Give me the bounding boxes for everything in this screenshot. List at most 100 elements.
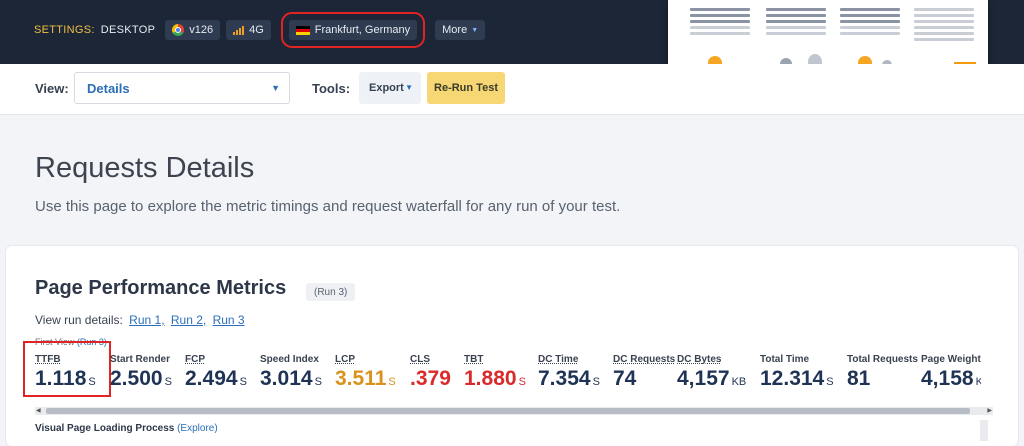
metric-number: 3.014 bbox=[260, 367, 313, 390]
metric-dc-bytes: DC Bytes 4,157 KB bbox=[677, 353, 760, 399]
more-button[interactable]: More ▼ bbox=[435, 20, 486, 40]
metric-value: 81 bbox=[847, 367, 921, 394]
horizontal-scrollbar[interactable]: ◀ ▶ bbox=[35, 407, 993, 415]
view-label: View: bbox=[35, 81, 69, 96]
metric-cls: CLS .379 bbox=[410, 353, 464, 399]
browser-chip[interactable]: v126 bbox=[165, 20, 221, 40]
metric-unit: S bbox=[314, 376, 322, 388]
chevron-down-icon: ▼ bbox=[271, 83, 280, 93]
metrics-title: Page Performance Metrics bbox=[35, 277, 287, 299]
metric-label[interactable]: TBT bbox=[464, 353, 538, 367]
view-select-value: Details bbox=[87, 80, 130, 96]
metric-dc-time: DC Time 7.354 S bbox=[538, 353, 613, 399]
germany-flag-icon bbox=[295, 25, 310, 35]
metric-value: 4,157 KB bbox=[677, 367, 760, 394]
metric-value: 2.500 S bbox=[110, 367, 185, 394]
metric-page-weight: Page Weight 4,158 K bbox=[921, 353, 981, 399]
toolbar: View: Details ▼ Tools: Export ▼ Re-Run T… bbox=[0, 64, 1024, 115]
export-label: Export bbox=[369, 82, 404, 94]
page-title: Requests Details bbox=[35, 152, 255, 184]
metric-number: 4,157 bbox=[677, 367, 730, 390]
metric-label: Total Requests bbox=[847, 354, 918, 365]
run-1-link[interactable]: Run 1, bbox=[129, 313, 164, 327]
metric-value: 7.354 S bbox=[538, 367, 613, 394]
metric-label: Total Time bbox=[760, 354, 810, 365]
metrics-row: TTFB 1.118 S Start Render 2.500 S FCP 2.49… bbox=[23, 341, 981, 399]
metric-value: 74 bbox=[613, 367, 677, 394]
metric-number: 2.500 bbox=[110, 367, 163, 390]
export-button[interactable]: Export ▼ bbox=[359, 72, 421, 104]
metric-number: 3.511 bbox=[335, 367, 387, 390]
run-details: View run details: Run 1, Run 2, Run 3 bbox=[35, 313, 245, 327]
view-select[interactable]: Details ▼ bbox=[74, 72, 290, 104]
metric-number: 74 bbox=[613, 367, 637, 390]
metric-lcp: LCP 3.511 S bbox=[335, 353, 410, 399]
scroll-left-arrow-icon[interactable]: ◀ bbox=[36, 407, 41, 415]
metric-value: .379 bbox=[410, 367, 464, 394]
metric-label: Speed Index bbox=[260, 354, 319, 365]
scrollbar-thumb[interactable] bbox=[46, 408, 970, 414]
metric-label: Start Render bbox=[110, 354, 171, 365]
metric-tbt: TBT 1.880 S bbox=[464, 353, 538, 399]
metrics-card: Page Performance Metrics (Run 3) View ru… bbox=[6, 246, 1018, 446]
signal-icon bbox=[233, 25, 245, 35]
visual-loading-label: Visual Page Loading Process bbox=[35, 423, 175, 434]
metric-value: 3.511 S bbox=[335, 367, 410, 394]
metric-number: 2.494 bbox=[185, 367, 238, 390]
metric-number: 7.354 bbox=[538, 367, 591, 390]
metric-speed-index: Speed Index 3.014 S bbox=[260, 353, 335, 399]
scroll-right-arrow-icon[interactable]: ▶ bbox=[987, 407, 992, 415]
location-chip[interactable]: Frankfurt, Germany bbox=[280, 12, 426, 48]
metric-label: Page Weight bbox=[921, 354, 981, 365]
ttfb-highlight-box bbox=[23, 341, 111, 397]
metric-start-render: Start Render 2.500 S bbox=[110, 353, 185, 399]
metric-ttfb: TTFB 1.118 S bbox=[23, 341, 111, 399]
metric-dc-requests: DC Requests 74 bbox=[613, 353, 677, 399]
metric-unit: K bbox=[975, 376, 981, 388]
metric-total-time: Total Time 12.314 S bbox=[760, 353, 847, 399]
run-2-link[interactable]: Run 2, bbox=[171, 313, 206, 327]
run-3-link[interactable]: Run 3 bbox=[213, 313, 245, 327]
metric-value: 12.314 S bbox=[760, 367, 847, 394]
settings-row: SETTINGS: DESKTOP v126 4G Frankfurt, Ger… bbox=[34, 12, 486, 48]
more-label: More bbox=[442, 24, 468, 36]
metric-value: 4,158 K bbox=[921, 367, 981, 394]
metric-unit: S bbox=[592, 376, 600, 388]
metric-value: 1.880 S bbox=[464, 367, 538, 394]
metric-unit: S bbox=[239, 376, 247, 388]
metric-value: 2.494 S bbox=[185, 367, 260, 394]
connection-type: 4G bbox=[249, 24, 264, 36]
metric-number: 1.880 bbox=[464, 367, 517, 390]
chevron-down-icon: ▼ bbox=[471, 26, 479, 34]
metric-label[interactable]: FCP bbox=[185, 353, 260, 367]
chrome-icon bbox=[172, 24, 185, 36]
chevron-down-icon: ▼ bbox=[405, 83, 413, 92]
run-details-label: View run details: bbox=[35, 313, 123, 327]
metric-label[interactable]: LCP bbox=[335, 353, 410, 367]
metric-number: 81 bbox=[847, 367, 871, 390]
metric-value: 3.014 S bbox=[260, 367, 335, 394]
metric-number: 12.314 bbox=[760, 367, 825, 390]
metric-number: 4,158 bbox=[921, 367, 974, 390]
metric-label[interactable]: CLS bbox=[410, 353, 464, 367]
metric-label[interactable]: DC Time bbox=[538, 353, 613, 367]
explore-link[interactable]: (Explore) bbox=[177, 423, 218, 434]
tools-label: Tools: bbox=[312, 81, 351, 96]
metric-label[interactable]: DC Bytes bbox=[677, 353, 760, 367]
metric-unit: S bbox=[388, 376, 396, 388]
visual-loading-title: Visual Page Loading Process (Explore) bbox=[35, 423, 218, 434]
metric-total-requests: Total Requests 81 bbox=[847, 353, 921, 399]
page-subtitle: Use this page to explore the metric timi… bbox=[35, 198, 621, 215]
metric-unit: S bbox=[518, 376, 526, 388]
metric-unit: S bbox=[826, 376, 834, 388]
vertical-scrollbar[interactable] bbox=[980, 420, 988, 441]
settings-label: SETTINGS: bbox=[34, 24, 95, 36]
run-badge: (Run 3) bbox=[306, 283, 356, 301]
rerun-test-button[interactable]: Re-Run Test bbox=[427, 72, 505, 104]
metric-unit: KB bbox=[731, 376, 747, 388]
metric-label[interactable]: DC Requests bbox=[613, 353, 677, 367]
connection-chip[interactable]: 4G bbox=[226, 20, 271, 40]
settings-device: DESKTOP bbox=[100, 24, 156, 36]
browser-version: v126 bbox=[189, 24, 214, 36]
metric-number: .379 bbox=[410, 367, 451, 390]
